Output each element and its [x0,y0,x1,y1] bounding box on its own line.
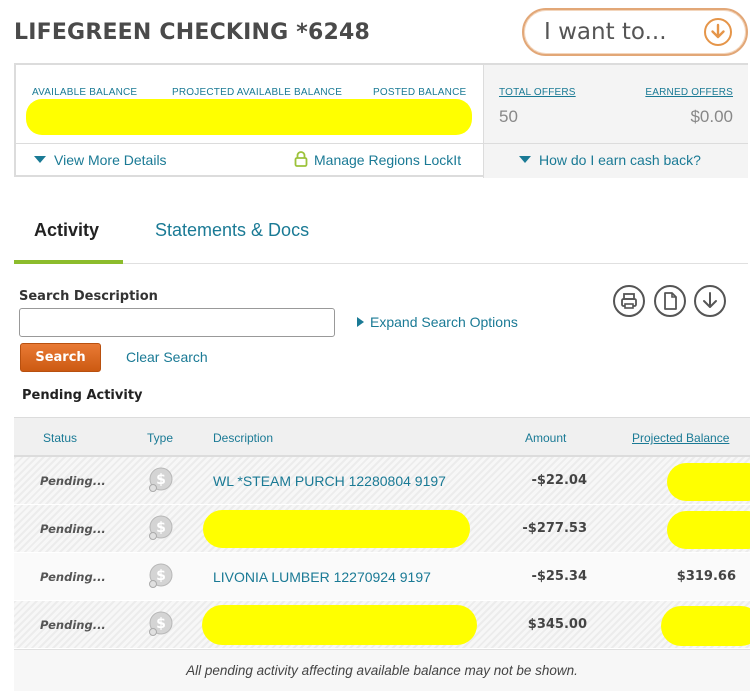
i-want-to-button[interactable]: I want to... [522,8,748,56]
search-description-input[interactable] [19,308,335,337]
redacted-description [202,605,477,645]
total-offers-value: 50 [499,107,518,126]
active-tab-indicator [14,260,123,264]
column-description: Description [213,431,274,445]
table-row[interactable]: Pending... $ LIVONIA LUMBER 12270924 919… [14,553,750,601]
table-row[interactable]: Pending... $ $345.00 [14,601,750,649]
row-status: Pending... [40,570,106,584]
caret-down-icon [34,155,46,163]
arrow-down-circle-icon [704,18,732,46]
svg-text:$: $ [156,568,166,584]
redacted-projected-balance [667,463,750,501]
column-projected-balance[interactable]: Projected Balance [632,431,729,445]
dollar-coin-icon: $ [146,609,176,639]
tab-activity[interactable]: Activity [34,220,99,241]
table-header: Status Type Description Amount Projected… [14,417,750,457]
column-amount: Amount [525,431,567,445]
posted-balance-label: POSTED BALANCE [373,87,467,98]
balance-summary: AVAILABLE BALANCE PROJECTED AVAILABLE BA… [14,63,748,178]
pending-footer-note: All pending activity affecting available… [186,663,578,678]
row-description[interactable]: WL *STEAM PURCH 12280804 9197 [213,473,446,489]
table-row[interactable]: Pending... $ WL *STEAM PURCH 12280804 91… [14,457,750,505]
svg-text:$: $ [156,616,166,632]
column-type: Type [147,431,174,445]
total-offers-label[interactable]: TOTAL OFFERS [499,87,576,98]
earned-offers-value: $0.00 [690,107,733,126]
i-want-to-label: I want to... [544,19,667,45]
redacted-balances [26,99,472,135]
dollar-coin-icon: $ [146,465,176,495]
summary-links: View More Details Manage Regions LockIt … [16,143,748,178]
dollar-coin-icon: $ [146,513,176,543]
caret-right-icon [357,317,364,328]
row-amount: -$25.34 [531,569,587,584]
manage-lockit-label: Manage Regions LockIt [314,152,462,168]
table-footer: All pending activity affecting available… [14,649,750,691]
row-amount: -$277.53 [522,521,587,536]
row-status: Pending... [40,522,106,536]
tab-bar: Activity Statements & Docs [14,212,748,264]
earned-offers-label[interactable]: EARNED OFFERS [645,87,733,98]
row-description[interactable]: LIVONIA LUMBER 12270924 9197 [213,569,431,585]
svg-text:$: $ [156,520,166,536]
table-row[interactable]: Pending... $ -$277.53 [14,505,750,553]
pending-activity-title: Pending Activity [22,388,143,403]
available-balance-label: AVAILABLE BALANCE [32,87,138,98]
view-more-details-label: View More Details [54,152,167,168]
print-icon[interactable] [613,285,645,317]
clear-search-link[interactable]: Clear Search [126,349,208,365]
projected-available-balance-label: PROJECTED AVAILABLE BALANCE [172,87,343,98]
earn-cash-back-link[interactable]: How do I earn cash back? [519,152,701,168]
earn-cash-back-label: How do I earn cash back? [539,152,701,168]
tab-statements-docs[interactable]: Statements & Docs [155,220,309,241]
redacted-projected-balance [667,511,750,549]
document-icon[interactable] [654,285,686,317]
search-description-label: Search Description [19,289,158,304]
dollar-coin-icon: $ [146,561,176,591]
cash-back-link-area: How do I earn cash back? [483,144,748,178]
redacted-projected-balance [661,606,750,646]
offers-panel: TOTAL OFFERS 50 EARNED OFFERS $0.00 [483,65,748,143]
expand-search-options-link[interactable]: Expand Search Options [357,314,518,330]
svg-text:$: $ [156,472,166,488]
balance-panel: AVAILABLE BALANCE PROJECTED AVAILABLE BA… [16,65,483,143]
search-button[interactable]: Search [20,343,101,372]
column-status: Status [43,431,78,445]
download-icon[interactable] [694,285,726,317]
manage-lockit-link[interactable]: Manage Regions LockIt [294,151,462,169]
row-amount: -$22.04 [531,473,587,488]
view-more-details-link[interactable]: View More Details [34,152,167,168]
row-projected-balance: $319.66 [676,569,736,584]
row-amount: $345.00 [527,617,587,632]
row-status: Pending... [40,474,106,488]
expand-search-options-label: Expand Search Options [370,314,518,330]
lock-icon [294,151,308,168]
redacted-description [203,510,470,548]
caret-down-icon [519,155,531,163]
row-status: Pending... [40,618,106,632]
pending-activity-table: Status Type Description Amount Projected… [14,417,750,691]
account-title: LIFEGREEN CHECKING *6248 [14,20,371,45]
